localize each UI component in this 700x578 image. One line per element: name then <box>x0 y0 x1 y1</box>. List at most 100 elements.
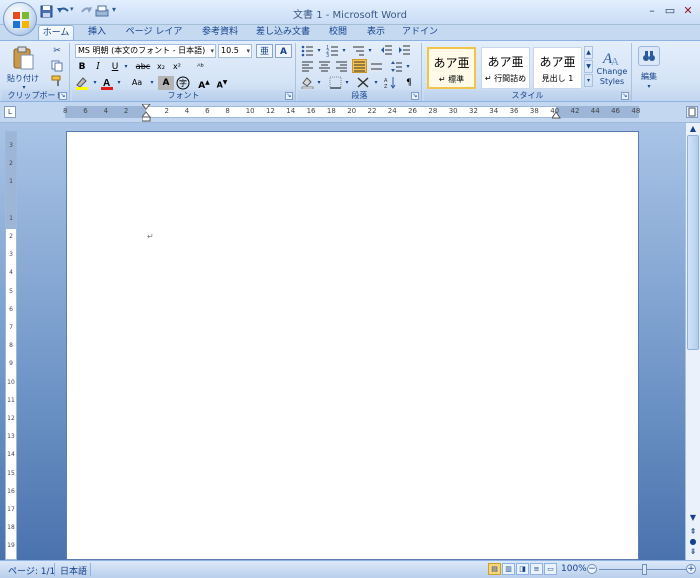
justify-icon[interactable] <box>352 59 367 73</box>
change-styles-icon[interactable]: AA <box>602 47 624 67</box>
page-count[interactable]: ページ: 1/1 <box>8 564 55 577</box>
line-spacing-dropdown-icon[interactable]: ▾ <box>404 60 412 74</box>
asian-layout-dropdown-icon[interactable]: ▾ <box>372 76 380 90</box>
print-layout-view-icon[interactable]: ▤ <box>488 563 501 575</box>
align-center-icon[interactable] <box>318 60 332 74</box>
styles-launcher-icon[interactable]: ↘ <box>621 92 629 100</box>
outline-view-icon[interactable]: ≡ <box>530 563 543 575</box>
shading-dropdown-icon[interactable]: ▾ <box>315 76 323 90</box>
sort-icon[interactable]: AZ <box>384 76 398 90</box>
font-size-combo[interactable]: 10.5 ▾ <box>218 44 252 58</box>
scroll-thumb[interactable] <box>687 135 699 350</box>
increase-indent-icon[interactable] <box>398 44 412 58</box>
tab-insert[interactable]: 挿入 <box>84 25 110 40</box>
web-layout-icon[interactable]: ◨ <box>516 563 529 575</box>
bullets-icon[interactable] <box>301 44 315 58</box>
grow-font-button[interactable]: A▲ <box>196 76 212 91</box>
vertical-ruler[interactable]: 3 2 1 1 2 3 4 5 6 7 8 9 10 11 12 13 14 15 16 17 18 19 <box>5 131 17 560</box>
scroll-down-icon[interactable]: ▼ <box>686 513 700 522</box>
tab-mailings[interactable]: 差し込み文書 <box>252 25 314 40</box>
full-screen-reading-icon[interactable]: ▥ <box>502 563 515 575</box>
bullets-dropdown-icon[interactable]: ▾ <box>315 44 323 58</box>
minimize-icon[interactable]: – <box>644 4 660 18</box>
char-border-icon[interactable]: A <box>275 44 292 58</box>
indent-marker-icon[interactable] <box>142 104 151 122</box>
borders-dropdown-icon[interactable]: ▾ <box>343 76 351 90</box>
tab-home[interactable]: ホーム <box>38 25 74 40</box>
font-name-combo[interactable]: MS 明朝 (本文のフォント - 日本語) ▾ <box>75 44 216 58</box>
clear-formatting-icon[interactable]: ᴬᵇ <box>192 60 209 74</box>
asian-layout-icon[interactable] <box>356 76 372 90</box>
tab-references[interactable]: 参考資料 <box>198 25 242 40</box>
font-launcher-icon[interactable]: ↘ <box>285 92 293 100</box>
highlight-icon[interactable] <box>75 76 91 90</box>
shading-icon[interactable] <box>301 76 315 90</box>
tab-selector-icon[interactable]: L <box>4 106 16 118</box>
phonetic-guide-icon[interactable]: 亜 <box>256 44 273 58</box>
align-left-icon[interactable] <box>301 60 315 74</box>
tab-review[interactable]: 校閲 <box>324 25 352 40</box>
paragraph-launcher-icon[interactable]: ↘ <box>411 92 419 100</box>
draft-view-icon[interactable]: ▭ <box>544 563 557 575</box>
align-right-icon[interactable] <box>335 60 349 74</box>
line-spacing-icon[interactable] <box>390 60 404 74</box>
format-painter-icon[interactable] <box>50 74 64 88</box>
close-icon[interactable]: ✕ <box>680 4 696 18</box>
view-ruler-icon[interactable] <box>686 106 698 118</box>
numbering-icon[interactable]: 123 <box>326 44 340 58</box>
next-page-icon[interactable]: ⇟ <box>686 547 700 556</box>
multilevel-dropdown-icon[interactable]: ▾ <box>366 44 374 58</box>
font-color-icon[interactable]: A <box>101 76 115 90</box>
change-case-dropdown-icon[interactable]: ▾ <box>148 76 156 90</box>
numbering-dropdown-icon[interactable]: ▾ <box>340 44 348 58</box>
styles-scroll-up-icon[interactable]: ▲ <box>584 46 593 59</box>
styles-scroll-down-icon[interactable]: ▼ <box>584 60 593 73</box>
previous-page-icon[interactable]: ⇞ <box>686 527 700 536</box>
copy-icon[interactable] <box>50 59 64 73</box>
underline-button[interactable]: U <box>108 60 122 74</box>
maximize-icon[interactable]: ▭ <box>662 4 678 18</box>
clipboard-launcher-icon[interactable]: ↘ <box>59 92 67 100</box>
styles-more-icon[interactable]: ▾ <box>584 74 593 87</box>
select-browse-object-icon[interactable]: ● <box>686 537 700 546</box>
cut-icon[interactable]: ✂ <box>50 44 64 58</box>
vertical-scrollbar[interactable]: ▲ ▼ ⇞ ● ⇟ <box>685 123 700 560</box>
zoom-level[interactable]: 100% <box>561 564 587 574</box>
distributed-icon[interactable] <box>370 60 384 74</box>
zoom-in-icon[interactable]: + <box>686 564 696 574</box>
document-page[interactable]: ↵ <box>66 131 639 560</box>
change-case-button[interactable]: Aa <box>127 76 147 90</box>
paste-icon[interactable] <box>12 46 34 70</box>
show-marks-icon[interactable]: ¶ <box>402 76 416 90</box>
font-color-dropdown-icon[interactable]: ▾ <box>115 76 123 90</box>
underline-dropdown-icon[interactable]: ▾ <box>122 60 130 74</box>
office-button[interactable] <box>3 2 37 36</box>
style-heading-1[interactable]: あア亜 見出し 1 <box>533 47 582 89</box>
style-normal[interactable]: あア亜 ↵ 標準 <box>427 47 476 89</box>
enclose-chars-icon[interactable]: 字 <box>176 76 192 90</box>
zoom-slider-thumb[interactable] <box>642 564 647 575</box>
change-styles-button[interactable]: Change Styles <box>594 67 630 89</box>
multilevel-list-icon[interactable] <box>352 44 366 58</box>
editing-dropdown-icon[interactable]: ▾ <box>645 80 653 94</box>
highlight-dropdown-icon[interactable]: ▾ <box>91 76 99 90</box>
scroll-up-icon[interactable]: ▲ <box>686 124 700 133</box>
language-indicator[interactable]: 日本語 <box>60 564 87 577</box>
decrease-indent-icon[interactable] <box>380 44 394 58</box>
find-binoculars-icon[interactable] <box>638 46 660 66</box>
italic-button[interactable]: I <box>91 60 105 74</box>
tab-view[interactable]: 表示 <box>362 25 390 40</box>
zoom-out-icon[interactable]: − <box>587 564 597 574</box>
char-shading-button[interactable]: A <box>158 76 174 90</box>
tab-addins[interactable]: アドイン <box>402 25 438 40</box>
superscript-button[interactable]: x² <box>170 60 184 74</box>
strikethrough-button[interactable]: abc <box>134 60 152 74</box>
borders-icon[interactable] <box>329 76 343 90</box>
style-no-spacing[interactable]: あア亜 ↵ 行間詰め <box>481 47 530 89</box>
bold-button[interactable]: B <box>75 60 89 74</box>
tab-page-layout[interactable]: ページ レイアウト <box>122 25 186 52</box>
horizontal-ruler[interactable]: L 8 6 4 2 2 4 6 8 10 12 14 16 18 20 22 24 26 28 30 32 34 36 38… <box>0 102 700 123</box>
subscript-button[interactable]: x₂ <box>154 60 168 74</box>
shrink-font-button[interactable]: A▼ <box>214 76 230 90</box>
right-indent-marker-icon[interactable] <box>552 111 561 119</box>
